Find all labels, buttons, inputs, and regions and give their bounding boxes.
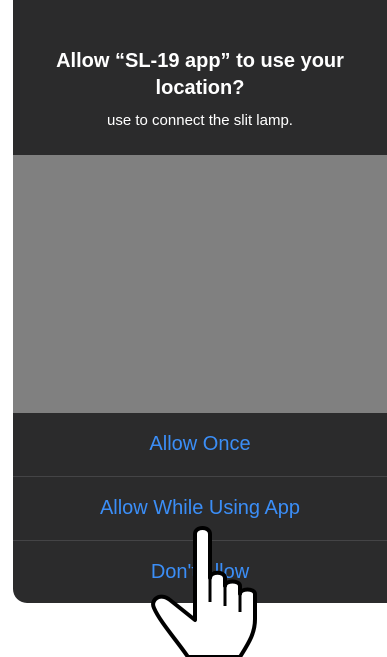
hand-pointer-icon <box>151 526 257 657</box>
alert-subtitle: use to connect the slit lamp. <box>107 112 293 129</box>
allow-once-button[interactable]: Allow Once <box>13 413 387 476</box>
location-map-placeholder <box>13 155 387 413</box>
alert-title: Allow “SL-19 app” to use your location? <box>56 50 344 99</box>
location-permission-alert: Allow “SL-19 app” to use your location? … <box>13 0 387 603</box>
alert-header: Allow “SL-19 app” to use your location? … <box>13 0 387 155</box>
screen: Allow “SL-19 app” to use your location? … <box>0 0 387 657</box>
